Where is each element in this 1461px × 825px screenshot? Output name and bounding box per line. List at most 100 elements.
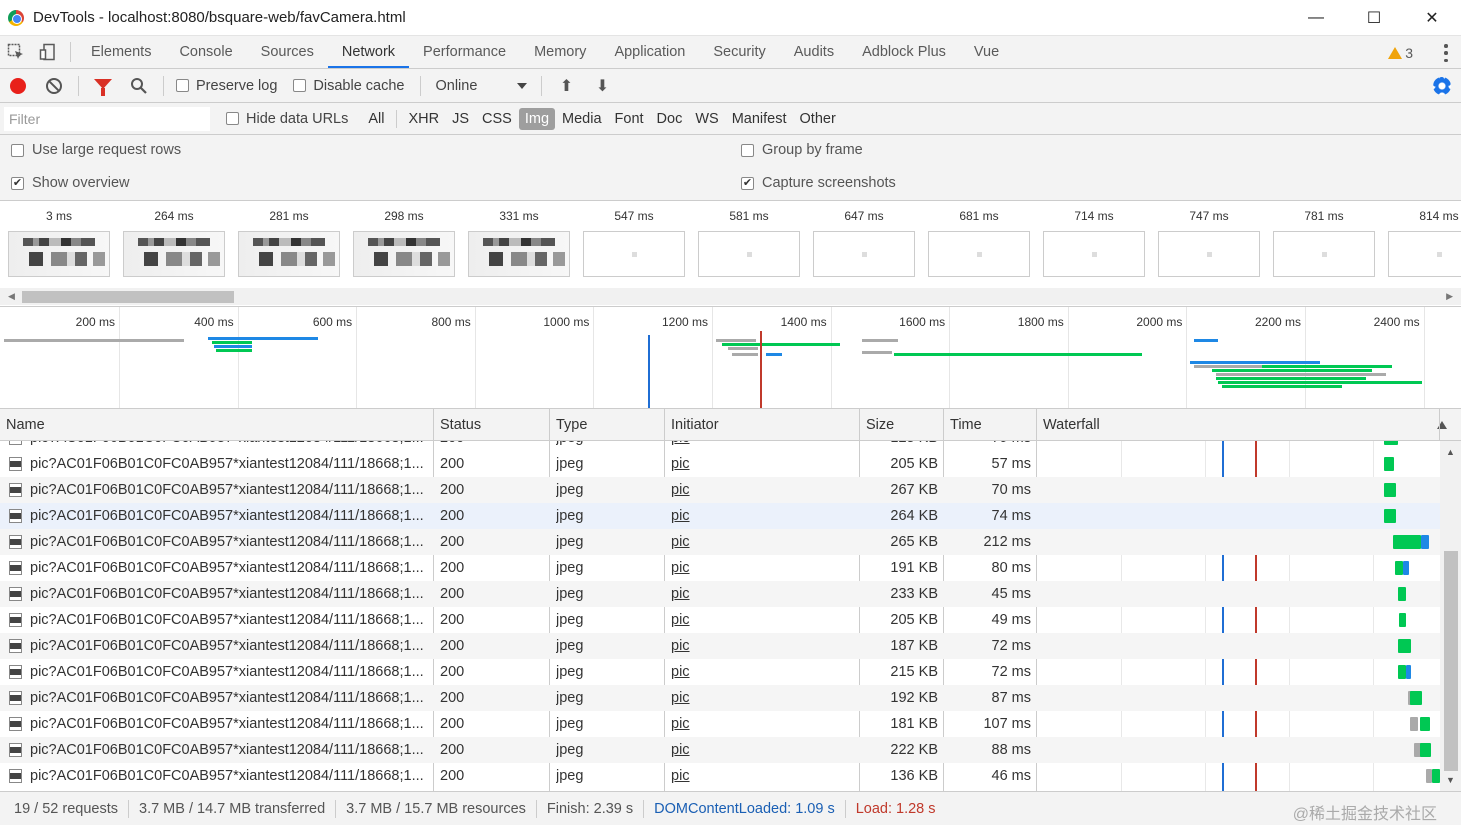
screenshot-frame[interactable]: 547 ms xyxy=(577,201,692,289)
type-filter-media[interactable]: Media xyxy=(556,108,608,130)
screenshot-frame[interactable]: 3 ms xyxy=(2,201,117,289)
request-name[interactable]: pic?AC01F06B01C0FC0AB957*xiantest12084/1… xyxy=(30,763,426,789)
inspect-element-icon[interactable] xyxy=(0,36,32,68)
disable-cache-checkbox[interactable]: Disable cache xyxy=(293,78,404,94)
checkbox-box[interactable] xyxy=(176,79,189,92)
request-name[interactable]: pic?AC01F06B01C0FC0AB957*xiantest12084/1… xyxy=(30,529,426,555)
type-filter-img[interactable]: Img xyxy=(518,107,556,130)
request-name[interactable]: pic?AC01F06B01C0FC0AB957*xiantest12084/1… xyxy=(30,737,426,763)
checkbox-box[interactable] xyxy=(293,79,307,92)
tab-console[interactable]: Console xyxy=(165,36,246,68)
column-header-status[interactable]: Status xyxy=(434,409,550,441)
table-row[interactable]: pic?AC01F06B01C0FC0AB957*xiantest12084/1… xyxy=(0,581,1440,607)
tab-security[interactable]: Security xyxy=(699,36,779,68)
network-overview-timeline[interactable]: 200 ms 400 ms 600 ms 800 ms 1000 ms 1200 ms 14… xyxy=(0,307,1461,409)
request-initiator[interactable]: pic xyxy=(671,503,771,529)
throttling-select[interactable]: Online xyxy=(435,78,528,94)
request-initiator[interactable]: pic xyxy=(671,555,771,581)
screenshot-frame[interactable]: 681 ms xyxy=(922,201,1037,289)
checkbox-box-checked[interactable]: ✔ xyxy=(11,176,24,190)
request-initiator[interactable]: pic xyxy=(671,441,771,451)
show-overview-checkbox[interactable]: ✔ Show overview xyxy=(11,175,130,191)
type-filter-font[interactable]: Font xyxy=(609,108,650,130)
screenshot-frame[interactable]: 714 ms xyxy=(1037,201,1152,289)
table-row[interactable]: pic?AC01F06B01C0FC0AB957*xiantest12084/1… xyxy=(0,477,1440,503)
screenshot-frame[interactable]: 581 ms xyxy=(692,201,807,289)
column-header-initiator[interactable]: Initiator xyxy=(665,409,860,441)
preserve-log-checkbox[interactable]: Preserve log xyxy=(176,78,277,94)
tab-vue[interactable]: Vue xyxy=(960,36,1013,68)
screenshot-frame[interactable]: 331 ms xyxy=(462,201,577,289)
table-row[interactable]: pic?AC01F06B01C0FC0AB957*xiantest12084/1… xyxy=(0,503,1440,529)
screenshot-frame[interactable]: 298 ms xyxy=(347,201,462,289)
hide-data-urls-checkbox[interactable]: Hide data URLs xyxy=(226,111,348,127)
checkbox-box[interactable] xyxy=(11,143,24,157)
minimize-button[interactable]: — xyxy=(1287,0,1345,36)
group-by-frame-checkbox[interactable]: Group by frame xyxy=(741,142,863,158)
screenshot-thumbnail[interactable] xyxy=(468,231,570,277)
request-name[interactable]: pic?AC01F06B01C0FC0AB957*xiantest12084/1… xyxy=(30,503,426,529)
close-button[interactable]: ✕ xyxy=(1403,0,1461,36)
request-initiator[interactable]: pic xyxy=(671,633,771,659)
export-har-button[interactable]: ⬇ xyxy=(584,69,620,103)
request-name[interactable]: pic?AC01F06B01C0FC0AB957*xiantest12084/1… xyxy=(30,607,426,633)
screenshot-frame[interactable]: 814 ms xyxy=(1382,201,1461,289)
screenshot-frame[interactable]: 747 ms xyxy=(1152,201,1267,289)
table-row[interactable]: pic?AC01F06B01C0FC0AB957*xiantest12084/1… xyxy=(0,737,1440,763)
table-row[interactable]: pic?AC01F06B01C0FC0AB957*xiantest12084/1… xyxy=(0,633,1440,659)
screenshot-thumbnail[interactable] xyxy=(813,231,915,277)
type-filter-css[interactable]: CSS xyxy=(476,108,518,130)
screenshot-frame[interactable]: 781 ms xyxy=(1267,201,1382,289)
type-filter-js[interactable]: JS xyxy=(446,108,475,130)
settings-gear-icon[interactable] xyxy=(1433,77,1451,95)
table-row[interactable]: pic?AC01F06B01C0FC0AB957*xiantest12084/1… xyxy=(0,685,1440,711)
type-filter-ws[interactable]: WS xyxy=(689,108,724,130)
type-filter-xhr[interactable]: XHR xyxy=(402,108,445,130)
request-name[interactable]: pic?AC01F06B01C0FC0AB957*xiantest12084/1… xyxy=(30,555,426,581)
screenshot-thumbnail[interactable] xyxy=(8,231,110,277)
record-button[interactable] xyxy=(0,69,36,103)
filter-input[interactable] xyxy=(4,106,210,131)
filter-toggle-button[interactable] xyxy=(85,69,121,103)
scroll-up-arrow-icon[interactable]: ▲ xyxy=(1446,447,1455,457)
request-name[interactable]: pic?AC01F06B01C0FC0AB957*xiantest12084/1… xyxy=(30,711,426,737)
checkbox-box[interactable] xyxy=(226,112,239,125)
table-row[interactable]: pic?AC01F06B01C0FC0AB957*xiantest12084/1… xyxy=(0,659,1440,685)
request-name[interactable]: pic?AC01F06B01C0FC0AB957*xiantest12084/1… xyxy=(30,441,426,451)
scrollbar-thumb[interactable] xyxy=(1444,551,1458,771)
request-name[interactable]: pic?AC01F06B01C0FC0AB957*xiantest12084/1… xyxy=(30,685,426,711)
strip-horizontal-scrollbar[interactable]: ◀ ▶ xyxy=(0,288,1461,305)
device-toolbar-icon[interactable] xyxy=(32,36,64,68)
request-initiator[interactable]: pic xyxy=(671,529,771,555)
request-initiator[interactable]: pic xyxy=(671,685,771,711)
table-row[interactable]: pic?AC01F06B01C0FC0AB957*xiantest12084/1… xyxy=(0,711,1440,737)
checkbox-box[interactable] xyxy=(741,143,754,157)
tab-memory[interactable]: Memory xyxy=(520,36,600,68)
table-row[interactable]: pic?AC01F06B01C0FC0AB957*xiantest12084/1… xyxy=(0,441,1440,451)
more-options-icon[interactable] xyxy=(1443,44,1449,62)
search-button[interactable] xyxy=(121,69,157,103)
table-row[interactable]: pic?AC01F06B01C0FC0AB957*xiantest12084/1… xyxy=(0,763,1440,789)
request-initiator[interactable]: pic xyxy=(671,737,771,763)
column-header-size[interactable]: Size xyxy=(860,409,944,441)
maximize-button[interactable]: ☐ xyxy=(1345,0,1403,36)
type-filter-manifest[interactable]: Manifest xyxy=(726,108,793,130)
screenshot-thumbnail[interactable] xyxy=(928,231,1030,277)
type-filter-all[interactable]: All xyxy=(362,108,390,130)
screenshot-thumbnail[interactable] xyxy=(1158,231,1260,277)
request-name[interactable]: pic?AC01F06B01C0FC0AB957*xiantest12084/1… xyxy=(30,581,426,607)
tab-audits[interactable]: Audits xyxy=(780,36,848,68)
screenshot-frame[interactable]: 264 ms xyxy=(117,201,232,289)
table-row[interactable]: pic?AC01F06B01C0FC0AB957*xiantest12084/1… xyxy=(0,529,1440,555)
column-header-type[interactable]: Type xyxy=(550,409,665,441)
table-row[interactable]: pic?AC01F06B01C0FC0AB957*xiantest12084/1… xyxy=(0,607,1440,633)
scroll-down-arrow-icon[interactable]: ▼ xyxy=(1446,775,1455,785)
screenshot-thumbnail[interactable] xyxy=(1388,231,1461,277)
screenshot-frame[interactable]: 281 ms xyxy=(232,201,347,289)
column-header-time[interactable]: Time xyxy=(944,409,1037,441)
scroll-left-arrow-icon[interactable]: ◀ xyxy=(8,291,15,302)
import-har-button[interactable]: ⬆ xyxy=(548,69,584,103)
request-initiator[interactable]: pic xyxy=(671,763,771,789)
request-initiator[interactable]: pic xyxy=(671,477,771,503)
screenshot-frame[interactable]: 647 ms xyxy=(807,201,922,289)
